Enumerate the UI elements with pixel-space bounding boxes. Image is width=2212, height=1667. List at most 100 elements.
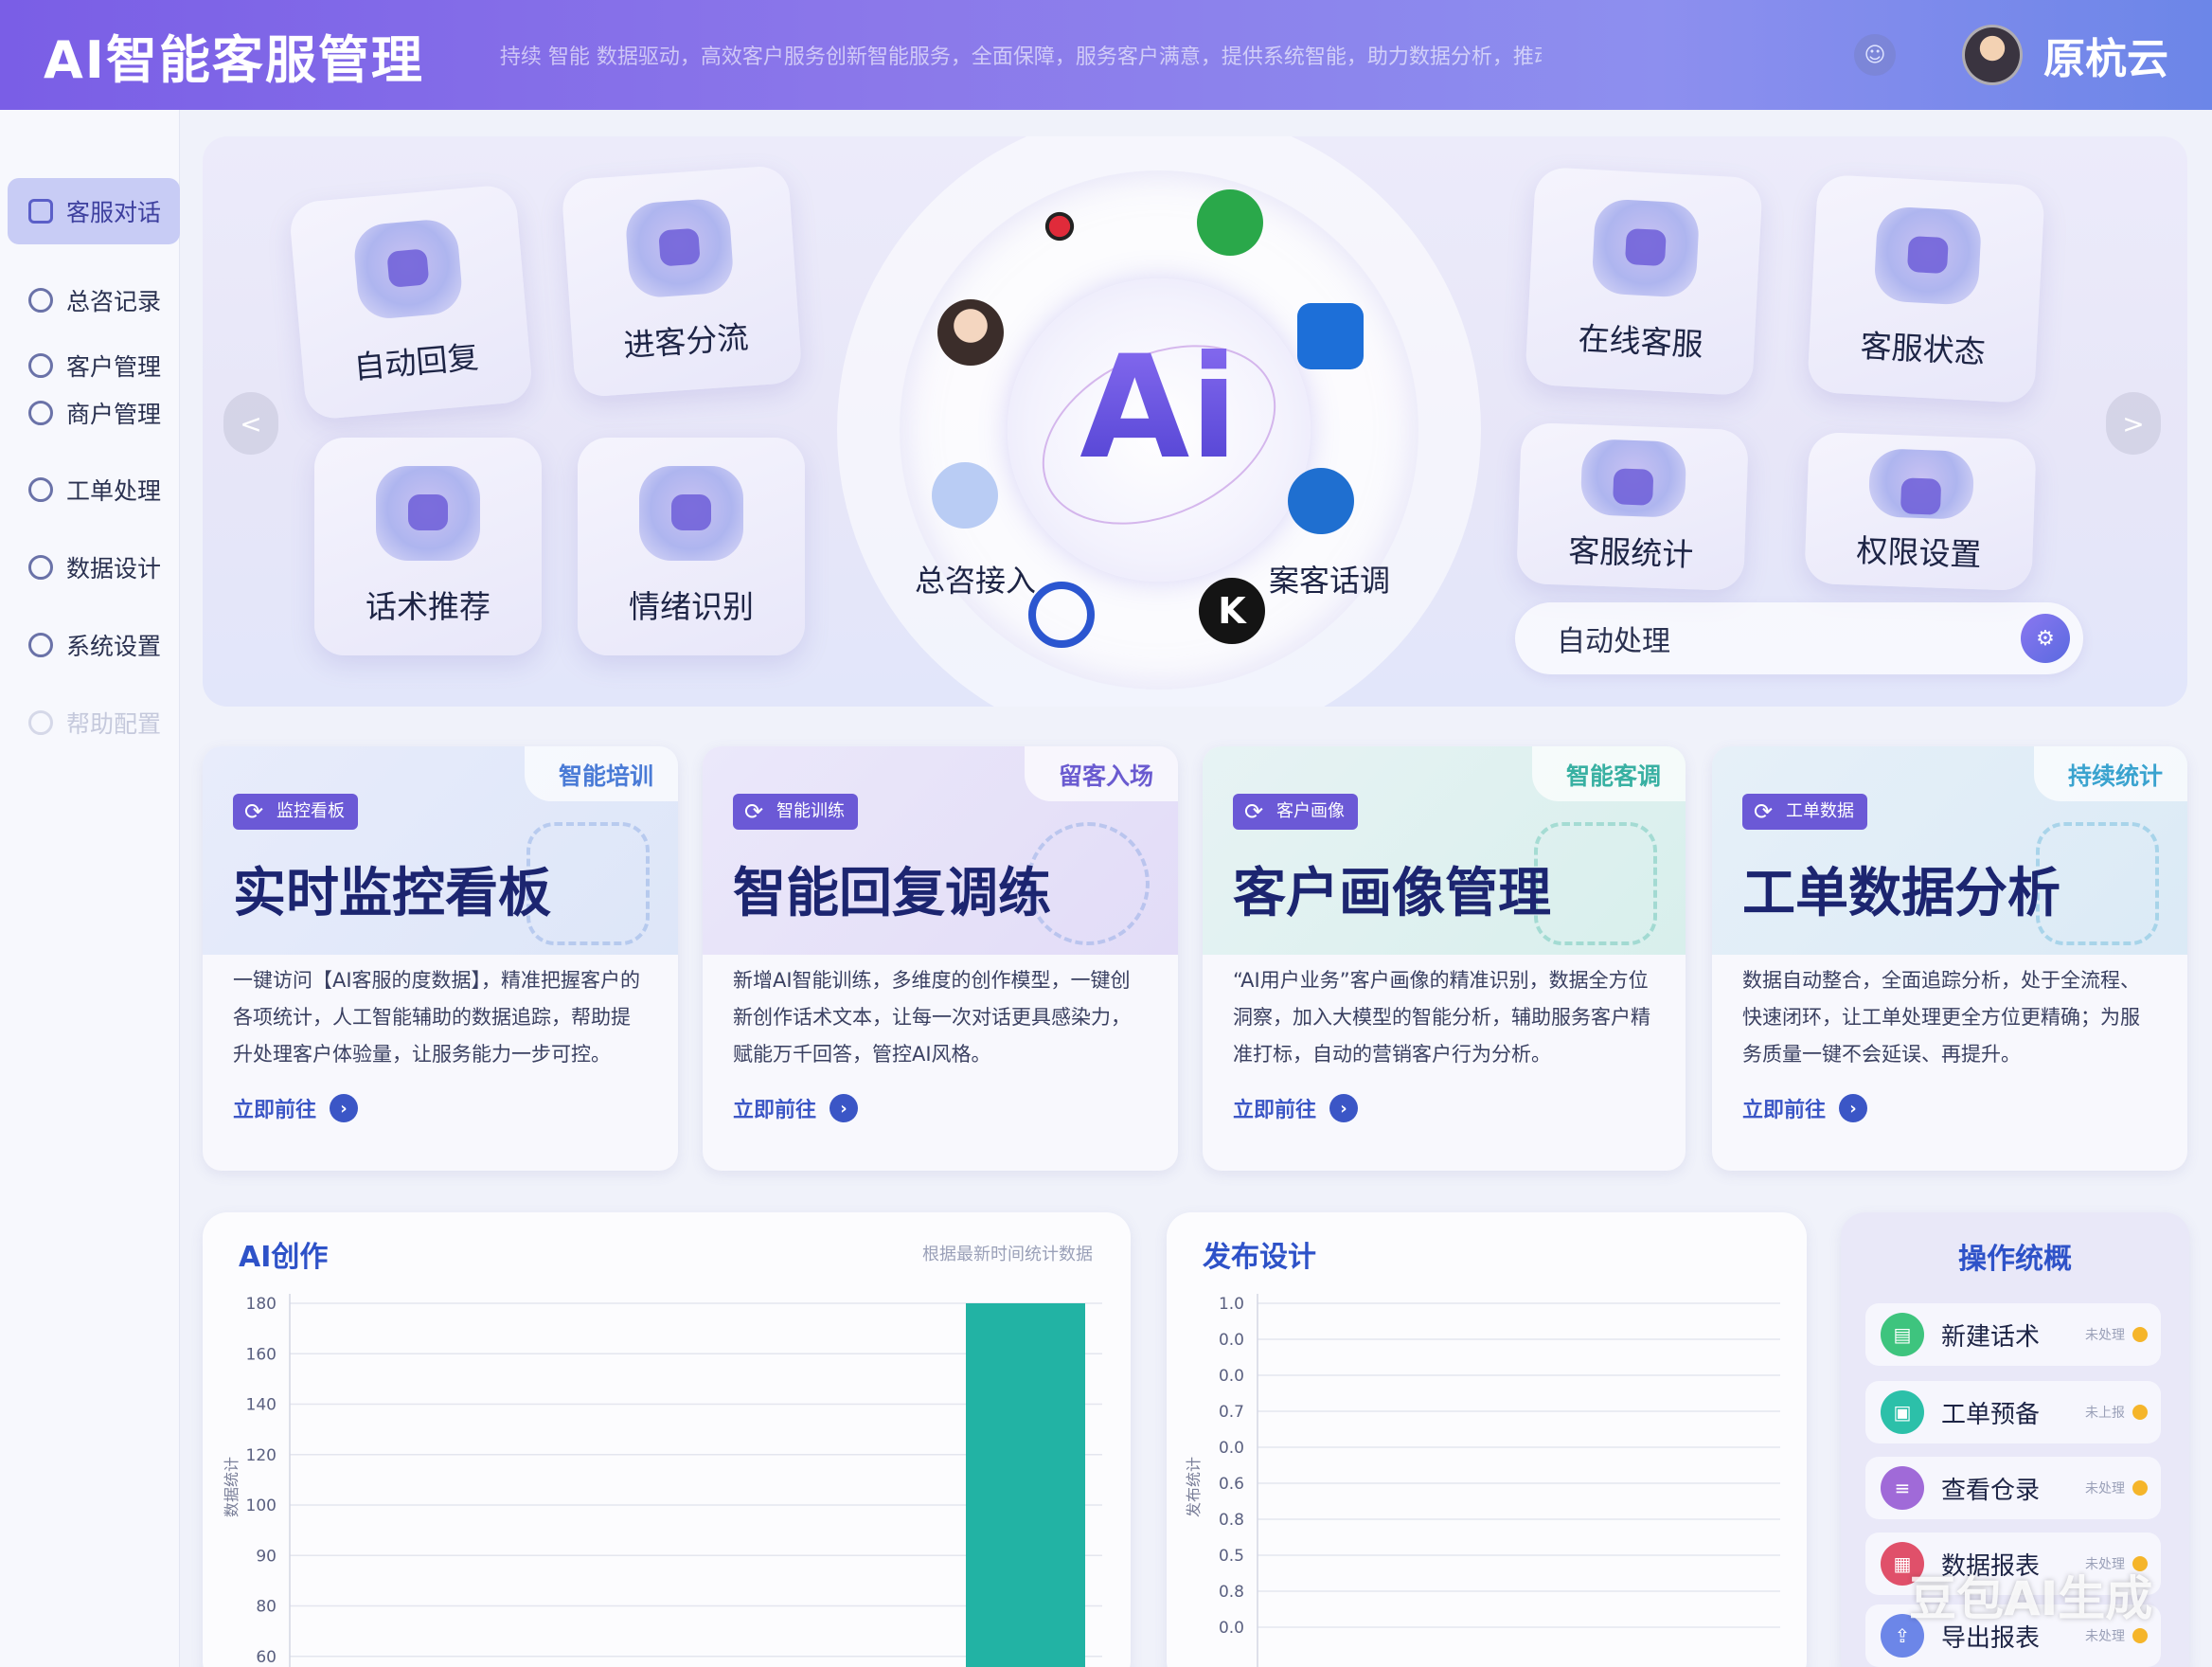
sidebar-item-help[interactable]: 帮助配置 bbox=[8, 690, 180, 756]
chat-bubble-app-icon[interactable] bbox=[1288, 468, 1354, 534]
sidebar-item-data[interactable]: 数据设计 bbox=[8, 534, 180, 600]
app-title: AI智能客服管理 bbox=[44, 29, 424, 90]
username[interactable]: 原杭云 bbox=[2043, 25, 2168, 85]
inbox-app-icon[interactable] bbox=[932, 462, 998, 529]
ticket-icon bbox=[28, 477, 53, 502]
sidebar-item-label: 帮助配置 bbox=[66, 710, 162, 738]
card-link[interactable]: 立即前往 › bbox=[1742, 1093, 1868, 1123]
card-badge: 客户画像 bbox=[1233, 794, 1358, 830]
card-corner-tag: 留客入场 bbox=[1024, 746, 1178, 801]
y-axis-label: 数据统计 bbox=[223, 1457, 241, 1517]
settings-icon bbox=[28, 633, 53, 657]
sidebar-item-chat[interactable]: 客服对话 bbox=[8, 178, 180, 244]
sidebar: 客服对话 总咨记录 客户管理 商户管理 工单处理 数据设计 系统设置 帮助配置 bbox=[0, 110, 180, 1667]
list-icon: ≡ bbox=[1881, 1466, 1924, 1510]
sidebar-item-tickets[interactable]: 工单处理 bbox=[8, 457, 180, 523]
tile-auto-reply[interactable]: 自动回复 bbox=[288, 183, 534, 421]
permission-icon bbox=[1867, 448, 1975, 520]
quick-item-ticket[interactable]: ▣ 工单预备 未上报 bbox=[1865, 1381, 2161, 1443]
card-title: 智能回复调练 bbox=[733, 863, 1051, 924]
carousel-prev-button[interactable]: < bbox=[223, 392, 278, 455]
tile-label: 情绪识别 bbox=[629, 588, 754, 625]
heart-icon bbox=[376, 466, 480, 561]
status-dot bbox=[2132, 1480, 2148, 1496]
tile-label: 在线客服 bbox=[1577, 319, 1704, 364]
y-tick-label: 0.0 bbox=[1219, 1367, 1244, 1386]
ai-creation-chart: 180 160 140 120 100 90 80 60 数据统计 bbox=[223, 1294, 1102, 1667]
record-icon bbox=[28, 288, 53, 313]
y-tick-label: 0.0 bbox=[1219, 1439, 1244, 1458]
tile-routing[interactable]: 进客分流 bbox=[561, 164, 803, 399]
sidebar-item-label: 工单处理 bbox=[66, 477, 162, 505]
document-icon bbox=[1873, 206, 1983, 306]
avatar[interactable] bbox=[1962, 25, 2023, 85]
y-tick-label: 180 bbox=[246, 1295, 276, 1314]
watermark: 豆包AI生成 bbox=[1909, 1571, 2153, 1626]
card-description: 数据自动整合，全面追踪分析，处于全流程、快速闭环，让工单处理更全方位更精确；为服… bbox=[1742, 969, 2140, 1066]
y-tick-label: 0.7 bbox=[1219, 1403, 1244, 1422]
tile-permissions[interactable]: 权限设置 bbox=[1804, 431, 2037, 592]
auto-process-input[interactable]: 自动处理 ⚙ bbox=[1515, 602, 2083, 674]
feature-card-portrait[interactable]: 智能客调 客户画像 客户画像管理 “AI用户业务”客户画像的精准识别，数据全方位… bbox=[1203, 746, 1686, 1171]
publish-chart: 1.0 0.0 0.0 0.7 0.0 0.6 0.8 0.5 0.8 0.0 发布统计 bbox=[1185, 1294, 1780, 1667]
submit-icon[interactable]: ⚙ bbox=[2021, 614, 2070, 663]
sidebar-item-settings[interactable]: 系统设置 bbox=[8, 612, 180, 678]
card-title: 实时监控看板 bbox=[233, 863, 551, 924]
tile-emotion[interactable]: 情绪识别 bbox=[578, 438, 805, 655]
card-description: “AI用户业务”客户画像的精准识别，数据全方位洞察，加入大模型的智能分析，辅助服… bbox=[1233, 969, 1650, 1066]
tile-label: 客服统计 bbox=[1567, 531, 1694, 574]
tile-label: 权限设置 bbox=[1855, 531, 1983, 574]
document-icon: ▤ bbox=[1881, 1313, 1924, 1356]
bar bbox=[966, 1303, 1085, 1667]
chart-panel-ai-creation: AI创作 根据最新时间统计数据 180 160 140 120 100 90 80 60 数据统… bbox=[203, 1212, 1131, 1667]
status-dot bbox=[2132, 1628, 2148, 1643]
auto-process-value: 自动处理 bbox=[1557, 625, 1670, 658]
quick-item-new-script[interactable]: ▤ 新建话术 未处理 bbox=[1865, 1303, 2161, 1366]
sidebar-item-label: 系统设置 bbox=[66, 633, 162, 660]
tile-online-service[interactable]: 在线客服 bbox=[1525, 166, 1763, 397]
k-app-icon[interactable]: K bbox=[1199, 578, 1265, 644]
ai-logo-text: Ai bbox=[1074, 326, 1244, 491]
card-description: 一键访问【AI客服的度数据】，精准把握客户的各项统计，人工智能辅助的数据追踪，帮… bbox=[233, 969, 641, 1066]
quick-item-view-records[interactable]: ≡ 查看仓录 未处理 bbox=[1865, 1457, 2161, 1519]
y-axis-label: 发布统计 bbox=[1185, 1457, 1203, 1517]
stats-icon bbox=[1579, 439, 1687, 518]
sidebar-item-label: 客服对话 bbox=[66, 199, 162, 226]
tile-service-stats[interactable]: 客服统计 bbox=[1516, 421, 1749, 592]
ticket-icon: ▣ bbox=[1881, 1390, 1924, 1434]
y-tick-label: 0.6 bbox=[1219, 1475, 1244, 1494]
tile-label: 进客分流 bbox=[622, 318, 750, 365]
orbit-label-access: 总咨接入 bbox=[915, 563, 1037, 599]
emotion-icon bbox=[639, 466, 743, 561]
y-tick-label: 80 bbox=[256, 1598, 276, 1617]
y-tick-label: 140 bbox=[246, 1396, 276, 1415]
sidebar-item-records[interactable]: 总咨记录 bbox=[8, 267, 180, 333]
tile-label: 自动回复 bbox=[352, 338, 480, 386]
arrow-right-icon: › bbox=[830, 1094, 859, 1122]
network-app-icon[interactable] bbox=[1026, 193, 1093, 260]
ring-app-icon[interactable] bbox=[1028, 582, 1095, 648]
carousel-next-button[interactable]: > bbox=[2106, 392, 2161, 455]
card-badge: 工单数据 bbox=[1742, 794, 1867, 830]
notification-icon[interactable]: ☺ bbox=[1854, 34, 1896, 76]
arrow-right-icon: › bbox=[330, 1094, 359, 1122]
tile-service-status[interactable]: 客服状态 bbox=[1807, 173, 2045, 404]
tile-script-recommend[interactable]: 话术推荐 bbox=[314, 438, 542, 655]
feature-card-ticket-analysis[interactable]: 持续统计 工单数据 工单数据分析 数据自动整合，全面追踪分析，处于全流程、快速闭… bbox=[1712, 746, 2187, 1171]
card-link[interactable]: 立即前往 › bbox=[733, 1093, 859, 1123]
card-corner-tag: 智能客调 bbox=[1531, 746, 1686, 801]
robot-icon bbox=[351, 217, 465, 321]
green-app-icon[interactable] bbox=[1197, 189, 1263, 256]
sidebar-item-merchants[interactable]: 商户管理 bbox=[8, 388, 180, 438]
arrow-right-icon: › bbox=[1329, 1094, 1359, 1122]
card-link[interactable]: 立即前往 › bbox=[1233, 1093, 1359, 1123]
feature-card-monitor[interactable]: 智能培训 监控看板 实时监控看板 一键访问【AI客服的度数据】，精准把握客户的各… bbox=[203, 746, 678, 1171]
blue-hex-app-icon[interactable] bbox=[1297, 303, 1364, 369]
assistant-avatar-icon[interactable] bbox=[937, 299, 1004, 366]
sidebar-item-customers[interactable]: 客户管理 bbox=[8, 341, 180, 390]
magic-wand-icon bbox=[1534, 822, 1657, 945]
feature-card-training[interactable]: 留客入场 智能训练 智能回复调练 新增AI智能训练，多维度的创作模型，一键创新创… bbox=[703, 746, 1178, 1171]
card-corner-tag: 持续统计 bbox=[2033, 746, 2187, 801]
sidebar-item-label: 商户管理 bbox=[66, 401, 162, 428]
card-link[interactable]: 立即前往 › bbox=[233, 1093, 359, 1123]
